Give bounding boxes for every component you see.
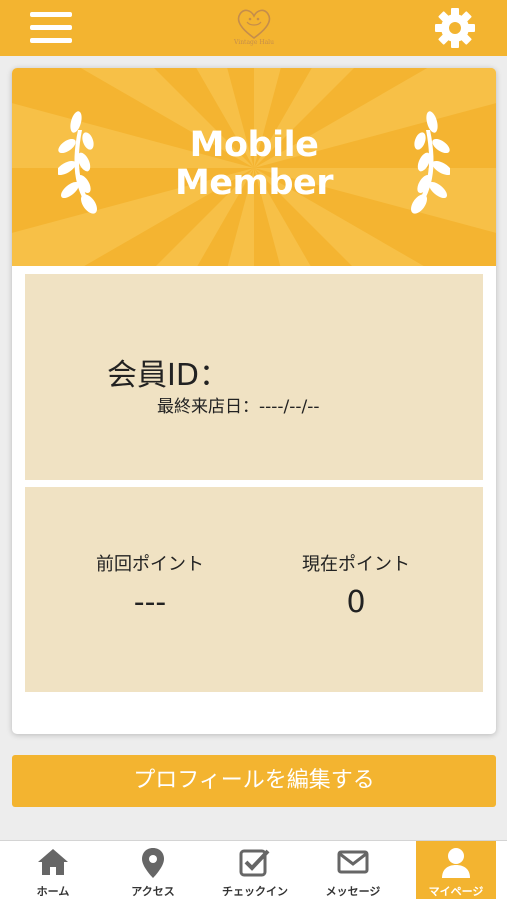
points-panel: 前回ポイント --- 現在ポイント 0 [25,487,483,692]
nav-label: マイページ [428,885,484,898]
nav-mypage[interactable]: マイページ [416,841,496,899]
current-points-label: 現在ポイント [302,554,410,575]
map-pin-icon [142,848,164,878]
hamburger-menu-icon[interactable] [30,12,74,46]
previous-points-value: --- [133,585,167,620]
nav-label: チェックイン [222,885,288,898]
logo-text: Vintage Halu [234,39,274,46]
current-points-value: 0 [346,585,366,620]
previous-points-label: 前回ポイント [96,554,204,575]
envelope-icon [337,850,369,874]
member-card: Mobile Member 会員ID： 最終来店日：----/--/-- 前回ポ… [12,68,496,734]
edit-profile-button[interactable]: プロフィールを編集する [12,755,496,807]
nav-home[interactable]: ホーム [8,841,98,899]
app-header: Vintage Halu [0,0,507,56]
brand-logo: Vintage Halu [230,4,278,50]
nav-checkin[interactable]: チェックイン [210,841,300,899]
member-id-panel: 会員ID： 最終来店日：----/--/-- [25,274,483,480]
banner-title-line1: Mobile [189,125,319,165]
banner-title: Mobile Member [12,126,496,202]
nav-access[interactable]: アクセス [108,841,198,899]
home-icon [38,849,68,875]
nav-label: ホーム [36,885,70,898]
member-id-label: 会員ID： [107,358,229,393]
last-visit-date: 最終来店日：----/--/-- [157,397,320,417]
nav-label: メッセージ [325,885,381,898]
nav-message[interactable]: メッセージ [308,841,398,899]
checkbox-icon [239,849,270,877]
gear-icon[interactable] [433,6,477,50]
member-banner: Mobile Member [12,68,496,266]
nav-label: アクセス [131,885,175,898]
user-icon [442,848,470,878]
banner-title-line2: Member [174,163,334,203]
bottom-nav: ホーム アクセス チェックイン メッセージ マイページ [0,840,507,900]
